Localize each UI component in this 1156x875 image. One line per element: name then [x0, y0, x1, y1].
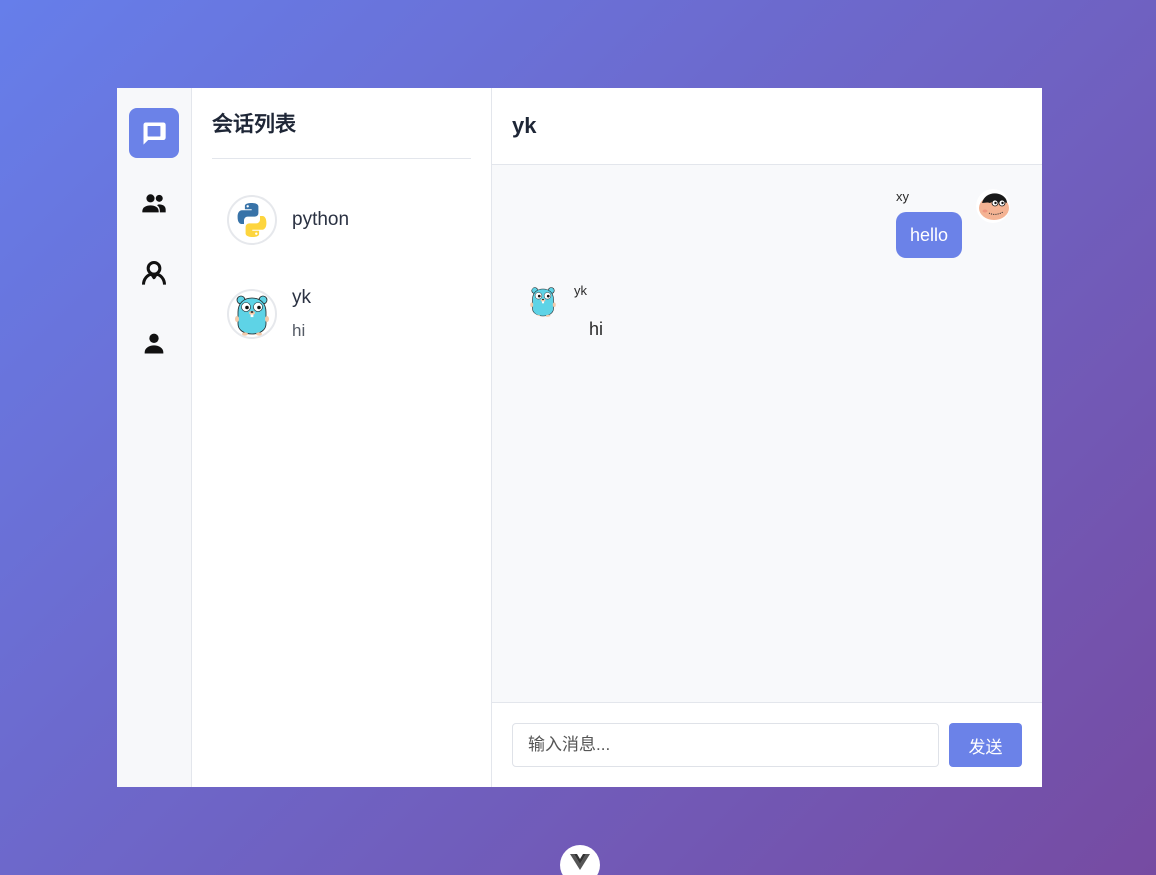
python-logo-icon — [237, 203, 267, 237]
nav-rail — [117, 88, 192, 787]
chat-title: yk — [492, 88, 1042, 165]
message-input[interactable] — [512, 723, 939, 767]
vue-logo-icon — [570, 854, 590, 870]
chat-panel: yk xy hello yk hi 输入消息... 发送 — [492, 88, 1042, 787]
sender-avatar — [976, 189, 1010, 223]
nav-chats-button[interactable] — [129, 108, 179, 158]
chat-app-window: 会话列表 python yk hi yk xy hello yk hi 输入消息… — [117, 88, 1042, 787]
vue-devtools-button[interactable] — [560, 845, 600, 875]
contacts-icon — [141, 260, 167, 285]
message-item-self: xy hello — [895, 189, 1010, 258]
sender-avatar — [528, 283, 562, 317]
nav-groups-button[interactable] — [129, 178, 179, 228]
nav-contacts-button[interactable] — [129, 248, 179, 298]
chat-icon — [143, 122, 166, 145]
cartoon-avatar-icon — [976, 189, 1010, 223]
message-sender: yk — [574, 283, 587, 298]
message-bubble: hello — [895, 212, 962, 258]
gopher-icon — [530, 287, 556, 317]
conversation-panel: 会话列表 python yk hi — [192, 88, 492, 787]
conversation-last-message: hi — [292, 321, 306, 340]
send-button[interactable]: 发送 — [949, 723, 1022, 767]
conversation-list-title: 会话列表 — [212, 88, 471, 159]
user-icon — [144, 333, 164, 354]
conversation-list: python yk hi — [192, 159, 491, 351]
conversation-name: yk — [292, 287, 311, 308]
conversation-item-yk[interactable]: yk hi — [192, 277, 491, 351]
conversation-item-python[interactable]: python — [192, 183, 491, 257]
nav-profile-button[interactable] — [129, 318, 179, 368]
conversation-avatar — [227, 195, 277, 245]
conversation-name: python — [292, 209, 350, 230]
message-input-bar: 发送 — [492, 702, 1042, 787]
gopher-icon — [235, 295, 269, 336]
message-list[interactable]: xy hello yk hi — [492, 165, 1042, 702]
message-sender: xy — [895, 189, 909, 204]
message-item-other: yk hi — [528, 283, 603, 340]
conversation-avatar — [227, 289, 277, 339]
group-icon — [142, 194, 166, 213]
message-bubble: hi — [589, 319, 604, 339]
